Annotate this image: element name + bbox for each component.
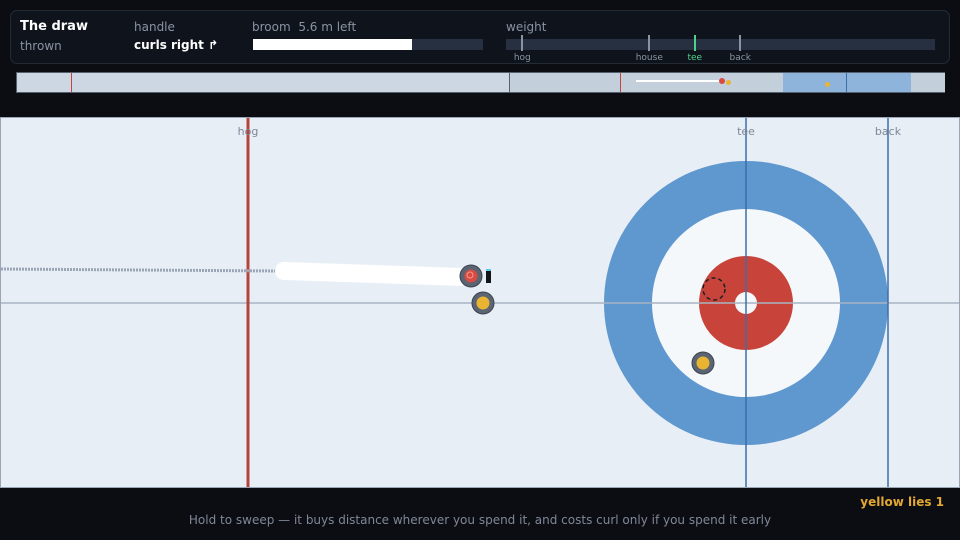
- weight-tick-label-back: back: [729, 53, 751, 63]
- weight-tick-label-house: house: [635, 53, 663, 63]
- broom-slider-fill: [253, 39, 412, 50]
- broom-slider[interactable]: [253, 39, 483, 50]
- yellow-stone-icon: [471, 291, 495, 315]
- sweeper-broom-tip: [486, 269, 491, 271]
- weight-tick-label-hog: hog: [513, 53, 531, 63]
- minimap-far-hog-line: [620, 73, 621, 92]
- hud-title: The draw: [20, 19, 88, 34]
- weight-tick-tee: [693, 35, 696, 51]
- weight-tick-label-tee: tee: [687, 53, 703, 63]
- handle-label: handle: [134, 20, 175, 34]
- broom-value: 5.6 m left: [298, 20, 357, 34]
- sweeper-broom-icon: [486, 271, 491, 283]
- minimap-stone-path: [636, 80, 722, 82]
- handle-toggle[interactable]: curls right ↱: [134, 38, 218, 52]
- broom-label-text: broom: [252, 20, 291, 34]
- minimap-yellow-stone: [726, 80, 731, 85]
- broom-label: broom 5.6 m left: [252, 20, 356, 34]
- thrown-label: thrown: [20, 39, 62, 53]
- minimap-house: [783, 73, 911, 92]
- sweep-trail-start: [275, 262, 293, 280]
- hud-panel: The draw thrown handle curls right ↱ bro…: [10, 10, 950, 64]
- sheet-minimap[interactable]: [16, 72, 945, 93]
- weight-label: weight: [506, 20, 547, 34]
- score-status: yellow lies 1: [860, 495, 944, 509]
- back-line-label: back: [875, 125, 902, 138]
- weight-tick-hog: [521, 35, 524, 51]
- minimap-hog-line: [71, 73, 72, 92]
- weight-meter[interactable]: [506, 39, 935, 50]
- weight-tick-house: [648, 35, 651, 51]
- minimap-red-stone: [719, 78, 725, 84]
- sweep-trail: [284, 262, 463, 286]
- weight-tick-back: [739, 35, 742, 51]
- hog-line-label: hog: [238, 125, 259, 138]
- delivery-path: [1, 267, 278, 273]
- tee-line-label: tee: [737, 125, 755, 138]
- red-stone-icon: [459, 264, 483, 288]
- minimap-tee-line: [846, 73, 847, 92]
- sheet-svg[interactable]: hog tee back: [1, 118, 959, 487]
- yellow-stone-icon-house: [691, 351, 715, 375]
- ice-sheet[interactable]: hog tee back: [0, 117, 960, 488]
- minimap-yellow-stone-house: [825, 82, 830, 87]
- sweep-hint: Hold to sweep — it buys distance whereve…: [188, 513, 772, 527]
